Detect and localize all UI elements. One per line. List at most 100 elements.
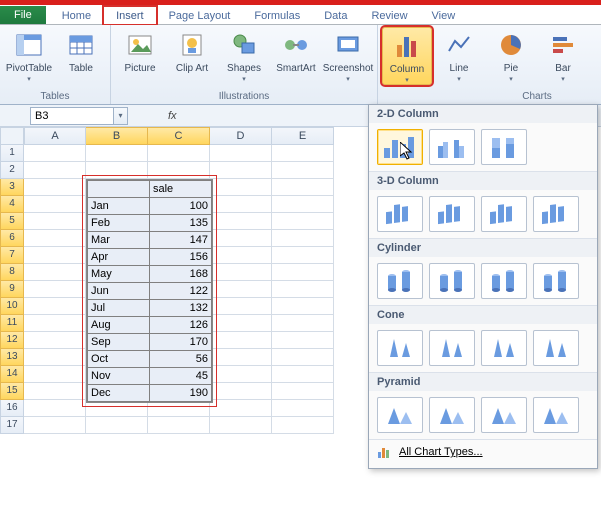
row-header[interactable]: 15 [0, 383, 24, 400]
row-header[interactable]: 11 [0, 315, 24, 332]
tab-insert[interactable]: Insert [103, 6, 157, 25]
cell[interactable] [24, 264, 86, 281]
cell[interactable] [24, 417, 86, 434]
chart-type-option[interactable] [377, 263, 423, 299]
tab-file[interactable]: File [0, 6, 46, 24]
cell[interactable] [272, 281, 334, 298]
cell[interactable] [210, 383, 272, 400]
pie-button[interactable]: Pie▾ [486, 27, 536, 83]
cell[interactable] [272, 264, 334, 281]
row-header[interactable]: 8 [0, 264, 24, 281]
bar-button[interactable]: Bar▾ [538, 27, 588, 83]
chart-type-option[interactable] [429, 263, 475, 299]
cell[interactable] [24, 213, 86, 230]
tab-formulas[interactable]: Formulas [242, 7, 312, 24]
row-header[interactable]: 13 [0, 349, 24, 366]
area-button[interactable]: Area▾ [590, 27, 601, 83]
cell[interactable] [210, 179, 272, 196]
cell[interactable] [148, 417, 210, 434]
chart-type-option[interactable] [429, 330, 475, 366]
cell[interactable] [272, 196, 334, 213]
cell[interactable] [210, 162, 272, 179]
cell[interactable] [210, 349, 272, 366]
row-header[interactable]: 17 [0, 417, 24, 434]
cell[interactable] [24, 230, 86, 247]
tab-review[interactable]: Review [359, 7, 419, 24]
shapes-button[interactable]: Shapes▾ [219, 27, 269, 83]
all-chart-types-link[interactable]: All Chart Types... [369, 439, 597, 464]
cell[interactable] [272, 230, 334, 247]
cell[interactable] [24, 162, 86, 179]
picture-button[interactable]: Picture [115, 27, 165, 74]
cell[interactable] [272, 366, 334, 383]
chart-type-option[interactable] [481, 196, 527, 232]
name-box[interactable] [30, 107, 114, 125]
column-header[interactable]: D [210, 127, 272, 145]
chart-type-option[interactable] [481, 263, 527, 299]
row-header[interactable]: 1 [0, 145, 24, 162]
row-header[interactable]: 5 [0, 213, 24, 230]
row-header[interactable]: 4 [0, 196, 24, 213]
row-header[interactable]: 12 [0, 332, 24, 349]
cell[interactable] [210, 332, 272, 349]
cell[interactable] [272, 349, 334, 366]
cell[interactable] [210, 281, 272, 298]
fx-label[interactable]: fx [168, 110, 177, 122]
cell[interactable] [210, 247, 272, 264]
cell[interactable] [210, 230, 272, 247]
table-button[interactable]: Table [56, 27, 106, 74]
cell[interactable] [210, 196, 272, 213]
chart-type-option[interactable] [377, 397, 423, 433]
cell[interactable] [24, 281, 86, 298]
cell[interactable] [272, 298, 334, 315]
cell[interactable] [24, 247, 86, 264]
cell[interactable] [148, 145, 210, 162]
cell[interactable] [210, 315, 272, 332]
chart-type-option[interactable] [481, 330, 527, 366]
row-header[interactable]: 9 [0, 281, 24, 298]
column-header[interactable]: E [272, 127, 334, 145]
chart-type-option[interactable] [481, 397, 527, 433]
chart-type-option[interactable] [377, 196, 423, 232]
chart-type-option[interactable] [429, 196, 475, 232]
cell[interactable] [24, 349, 86, 366]
tab-data[interactable]: Data [312, 7, 359, 24]
cell[interactable] [272, 400, 334, 417]
screenshot-button[interactable]: Screenshot▾ [323, 27, 373, 83]
cell[interactable] [210, 298, 272, 315]
chart-type-option[interactable] [377, 330, 423, 366]
name-box-dropdown[interactable]: ▾ [114, 107, 128, 125]
chart-type-option[interactable] [533, 330, 579, 366]
chart-type-option[interactable] [429, 397, 475, 433]
line-button[interactable]: Line▾ [434, 27, 484, 83]
row-header[interactable]: 2 [0, 162, 24, 179]
row-header[interactable]: 16 [0, 400, 24, 417]
cell[interactable] [272, 213, 334, 230]
cell[interactable] [272, 179, 334, 196]
column-button[interactable]: Column▾ [382, 27, 432, 85]
cell[interactable] [24, 298, 86, 315]
cell[interactable] [86, 145, 148, 162]
chart-type-option[interactable] [429, 129, 475, 165]
row-header[interactable]: 6 [0, 230, 24, 247]
cell[interactable] [210, 264, 272, 281]
cell[interactable] [272, 162, 334, 179]
column-header[interactable]: A [24, 127, 86, 145]
row-header[interactable]: 14 [0, 366, 24, 383]
row-header[interactable]: 7 [0, 247, 24, 264]
select-all-corner[interactable] [0, 127, 24, 145]
cell[interactable] [210, 145, 272, 162]
clipart-button[interactable]: Clip Art [167, 27, 217, 74]
row-header[interactable]: 3 [0, 179, 24, 196]
chart-type-option[interactable] [533, 196, 579, 232]
cell[interactable] [24, 179, 86, 196]
cell[interactable] [24, 196, 86, 213]
cell[interactable] [24, 383, 86, 400]
tab-view[interactable]: View [420, 7, 468, 24]
row-header[interactable]: 10 [0, 298, 24, 315]
chart-type-option[interactable] [533, 263, 579, 299]
cell[interactable] [210, 400, 272, 417]
chart-type-option[interactable] [377, 129, 423, 165]
cell[interactable] [272, 145, 334, 162]
column-header[interactable]: B [86, 127, 148, 145]
